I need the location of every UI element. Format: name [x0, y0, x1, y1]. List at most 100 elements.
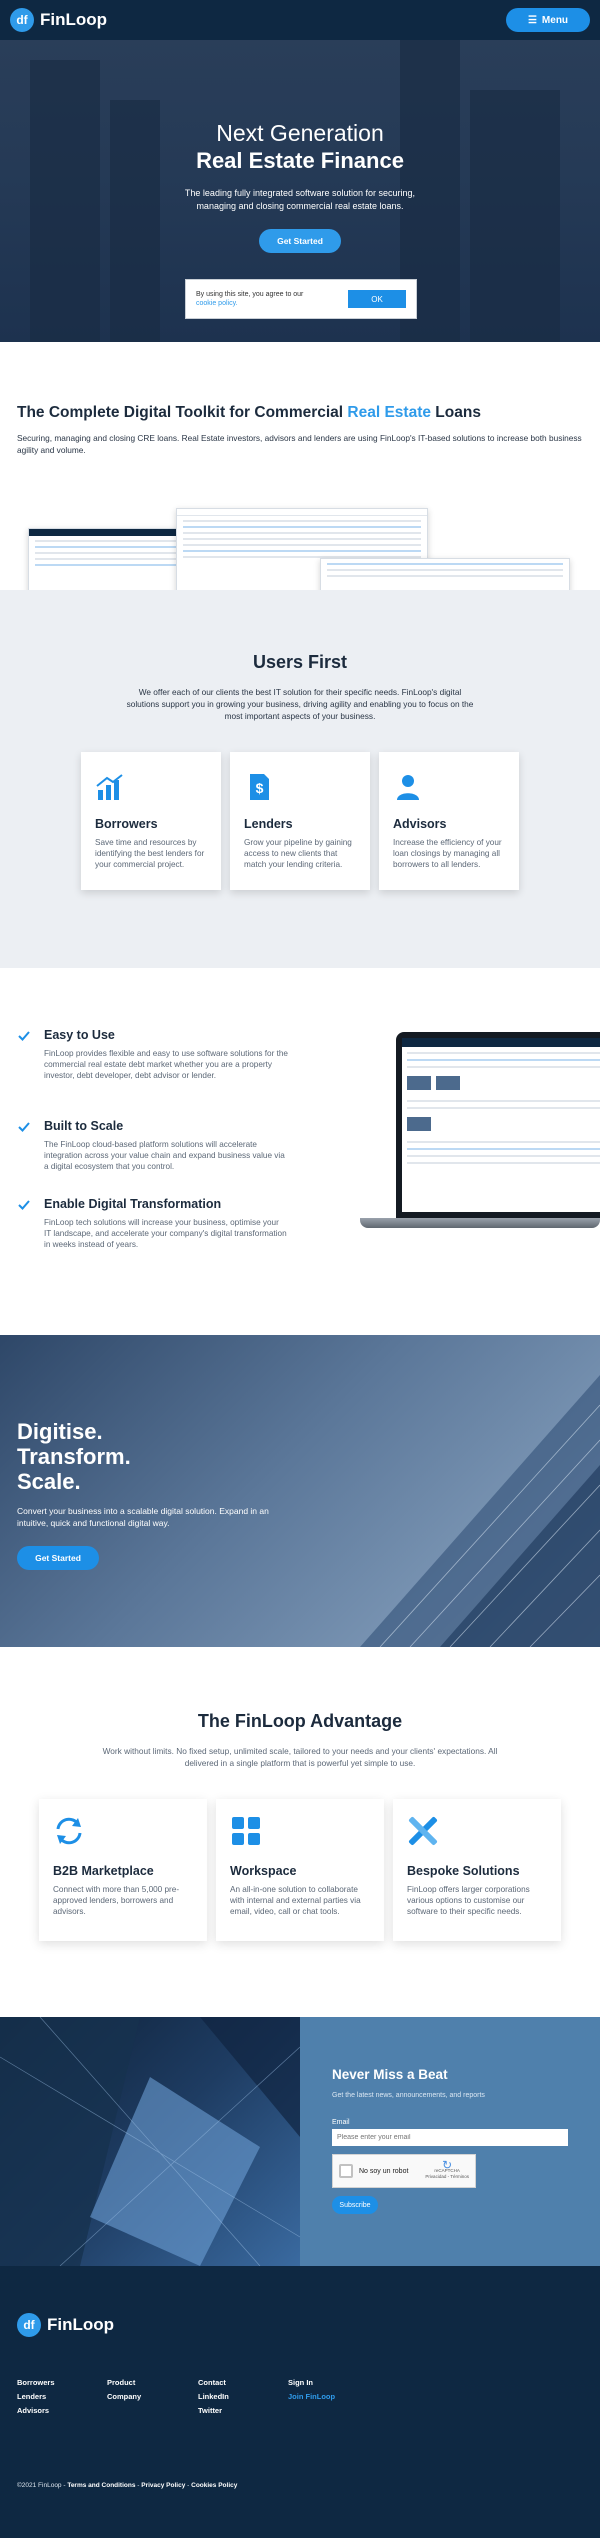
hero-title-line1: Next Generation — [216, 120, 384, 146]
digitise-title: Digitise. Transform. Scale. — [17, 1419, 131, 1494]
dollar-document-icon: $ — [250, 774, 269, 800]
logo-mark-icon: df — [10, 8, 34, 32]
hero-section: Next Generation Real Estate Finance The … — [0, 0, 600, 342]
users-first-section: Users First We offer each of our clients… — [0, 590, 600, 968]
email-input[interactable] — [332, 2129, 568, 2146]
advisors-card[interactable]: Advisors Increase the efficiency of your… — [379, 752, 519, 890]
menu-label: Menu — [541, 14, 569, 26]
hero-get-started-button[interactable]: Get Started — [259, 229, 341, 253]
laptop-mockup — [360, 1032, 600, 1236]
b2b-marketplace-card[interactable]: B2B Marketplace Connect with more than 5… — [39, 1799, 207, 1941]
workspace-title: Workspace — [230, 1864, 297, 1878]
footer-column-product: Product Company — [107, 2376, 141, 2404]
borrowers-title: Borrowers — [95, 817, 158, 831]
newsletter-subtitle: Get the latest news, announcements, and … — [332, 2092, 485, 2099]
advantage-subtitle: Work without limits. No fixed setup, unl… — [102, 1746, 498, 1768]
tools-icon — [408, 1816, 438, 1846]
users-first-title: Users First — [252, 652, 348, 672]
b2b-title: B2B Marketplace — [53, 1864, 154, 1878]
cookie-text: By using this site, you agree to our coo… — [196, 291, 304, 307]
cookies-link[interactable]: Cookies Policy — [191, 2482, 237, 2489]
feature-easy-to-use: Easy to Use FinLoop provides flexible an… — [18, 1028, 288, 1081]
digitise-subtitle: Convert your business into a scalable di… — [17, 1506, 269, 1528]
feature-text: FinLoop tech solutions will increase you… — [44, 1218, 287, 1249]
footer-column-social: Contact LinkedIn Twitter — [198, 2376, 229, 2418]
borrowers-card[interactable]: Borrowers Save time and resources by ide… — [81, 752, 221, 890]
bespoke-title: Bespoke Solutions — [407, 1864, 520, 1878]
feature-title: Easy to Use — [44, 1028, 115, 1042]
digitise-section: Digitise. Transform. Scale. Convert your… — [0, 1335, 600, 1647]
feature-built-to-scale: Built to Scale The FinLoop cloud-based p… — [18, 1119, 288, 1172]
footer-link-product[interactable]: Product — [107, 2378, 135, 2387]
footer-link-borrowers[interactable]: Borrowers — [17, 2378, 55, 2387]
recaptcha-logo: ↻ reCAPTCHA Privacidad - Términos — [425, 2158, 469, 2179]
captcha-label: No soy un robot — [359, 2167, 409, 2175]
copyright: ©2021 FinLoop - — [17, 2482, 68, 2489]
bespoke-solutions-card[interactable]: Bespoke Solutions FinLoop offers larger … — [393, 1799, 561, 1941]
checkmark-icon — [18, 1122, 30, 1132]
site-footer: df FinLoop Borrowers Lenders Advisors Pr… — [0, 2266, 600, 2538]
site-header: df FinLoop ☰ Menu — [0, 0, 600, 40]
lenders-text: Grow your pipeline by gaining access to … — [244, 838, 352, 869]
lenders-card[interactable]: $ Lenders Grow your pipeline by gaining … — [230, 752, 370, 890]
dashboard-screenshot-right — [320, 558, 570, 590]
subscribe-button[interactable]: Subscribe — [332, 2196, 378, 2214]
footer-link-linkedin[interactable]: LinkedIn — [198, 2392, 229, 2401]
logo-text: FinLoop — [40, 10, 108, 29]
users-first-subtitle: We offer each of our clients the best IT… — [126, 687, 474, 721]
hamburger-icon: ☰ — [527, 14, 537, 26]
b2b-text: Connect with more than 5,000 pre-approve… — [53, 1885, 180, 1916]
toolkit-title: The Complete Digital Toolkit for Commerc… — [17, 404, 481, 421]
building-image — [360, 1375, 600, 1647]
cookie-policy-link[interactable]: cookie policy. — [196, 300, 238, 307]
footer-link-advisors[interactable]: Advisors — [17, 2406, 49, 2415]
svg-text:$: $ — [256, 780, 264, 796]
advisors-title: Advisors — [393, 817, 447, 831]
footer-legal: ©2021 FinLoop - Terms and Conditions - P… — [17, 2482, 238, 2489]
features-section: Easy to Use FinLoop provides flexible an… — [0, 968, 600, 1335]
terms-link[interactable]: Terms and Conditions — [67, 2482, 135, 2489]
advantage-section: The FinLoop Advantage Work without limit… — [0, 1647, 600, 2017]
footer-column-account: Sign In Join FinLoop — [288, 2376, 335, 2404]
user-icon — [397, 775, 419, 800]
dashboard-screenshot-left — [28, 528, 188, 590]
site-logo[interactable]: df FinLoop — [10, 8, 107, 32]
feature-title: Enable Digital Transformation — [44, 1197, 222, 1211]
hero-subtitle: The leading fully integrated software so… — [184, 188, 416, 211]
sync-arrows-icon — [56, 1817, 82, 1845]
cookie-ok-button[interactable]: OK — [348, 290, 406, 308]
feature-text: FinLoop provides flexible and easy to us… — [44, 1049, 288, 1080]
workspace-text: An all-in-one solution to collaborate wi… — [230, 1885, 361, 1916]
footer-link-company[interactable]: Company — [107, 2392, 141, 2401]
footer-link-contact[interactable]: Contact — [198, 2378, 226, 2387]
checkmark-icon — [18, 1200, 30, 1210]
recaptcha-widget: No soy un robot ↻ reCAPTCHA Privacidad -… — [332, 2154, 476, 2188]
toolkit-section: The Complete Digital Toolkit for Commerc… — [0, 342, 600, 590]
footer-link-join[interactable]: Join FinLoop — [288, 2392, 335, 2401]
email-label: Email — [332, 2119, 350, 2126]
footer-link-lenders[interactable]: Lenders — [17, 2392, 46, 2401]
hero-title-line2: Real Estate Finance — [196, 148, 404, 173]
footer-logo[interactable]: df FinLoop — [17, 2313, 114, 2337]
feature-text: The FinLoop cloud-based platform solutio… — [44, 1140, 285, 1171]
toolkit-subtitle: Securing, managing and closing CRE loans… — [17, 433, 582, 455]
footer-column-users: Borrowers Lenders Advisors — [17, 2376, 55, 2418]
checkmark-icon — [18, 1031, 30, 1041]
digitise-get-started-button[interactable]: Get Started — [17, 1546, 99, 1570]
footer-link-sign-in[interactable]: Sign In — [288, 2378, 313, 2387]
bespoke-text: FinLoop offers larger corporations vario… — [407, 1885, 530, 1916]
newsletter-section: Never Miss a Beat Get the latest news, a… — [0, 2017, 600, 2266]
logo-mark-icon: df — [17, 2313, 41, 2337]
footer-link-twitter[interactable]: Twitter — [198, 2406, 222, 2415]
menu-button[interactable]: ☰ Menu — [506, 8, 590, 32]
borrowers-text: Save time and resources by identifying t… — [95, 838, 205, 869]
grid-squares-icon — [232, 1817, 260, 1845]
privacy-link[interactable]: Privacy Policy — [141, 2482, 185, 2489]
captcha-checkbox[interactable] — [339, 2164, 353, 2178]
newsletter-panel: Never Miss a Beat Get the latest news, a… — [300, 2017, 600, 2266]
footer-logo-text: FinLoop — [47, 2315, 115, 2334]
architecture-image — [0, 2017, 300, 2266]
growth-chart-icon — [96, 774, 123, 800]
workspace-card[interactable]: Workspace An all-in-one solution to coll… — [216, 1799, 384, 1941]
newsletter-title: Never Miss a Beat — [332, 2067, 448, 2082]
